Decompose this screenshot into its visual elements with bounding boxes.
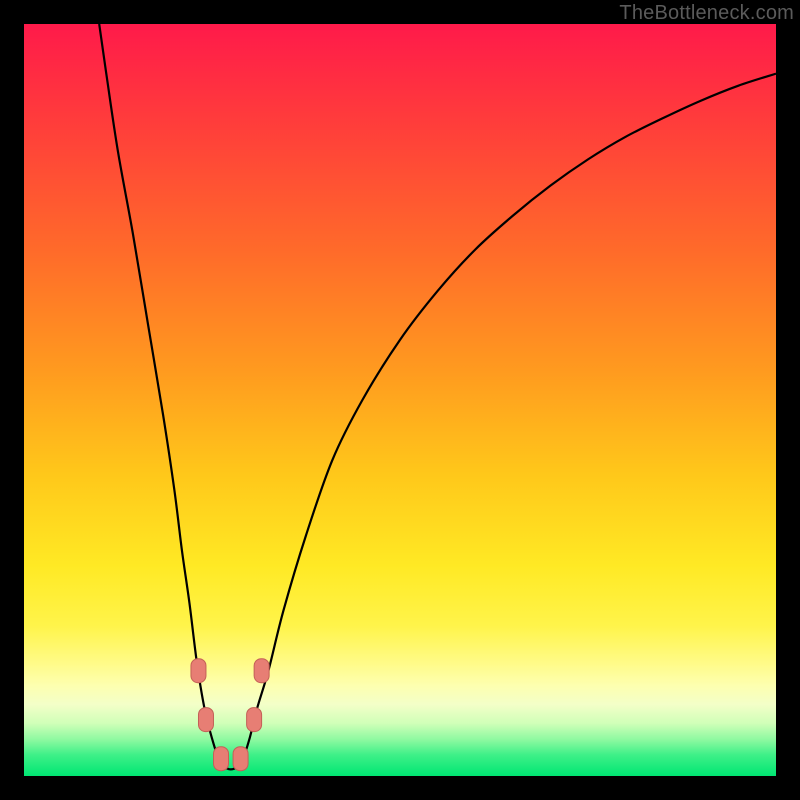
curve-marker <box>198 708 213 732</box>
curve-marker <box>247 708 262 732</box>
curve-marker <box>191 659 206 683</box>
gradient-background <box>24 24 776 776</box>
chart-frame <box>24 24 776 776</box>
curve-marker <box>214 747 229 771</box>
curve-marker <box>233 747 248 771</box>
curve-marker <box>254 659 269 683</box>
watermark-text: TheBottleneck.com <box>619 2 794 25</box>
bottleneck-chart <box>24 24 776 776</box>
